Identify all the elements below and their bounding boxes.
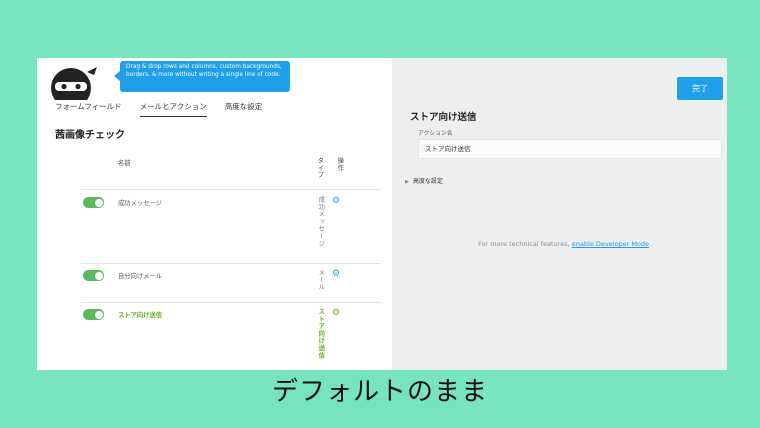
caption-text: デフォルトのまま <box>271 377 488 407</box>
action-toggle[interactable] <box>83 270 104 281</box>
action-type: ストア向け送信 <box>317 308 325 360</box>
drag-drop-tooltip: Drag & drop rows and columns, custom bac… <box>114 61 290 92</box>
gear-icon[interactable]: ⚙ <box>332 197 340 206</box>
dev-note-suffix: . <box>649 240 652 248</box>
column-header-ops: 操作 <box>336 157 344 172</box>
left-pane: Drag & drop rows and columns, custom bac… <box>37 58 392 370</box>
advanced-settings-toggle[interactable]: ▶ 高度な設定 <box>405 176 443 185</box>
panel-title: ストア向け送信 <box>410 112 477 123</box>
gear-icon[interactable]: ⚙ <box>332 270 340 279</box>
tab-form-fields[interactable]: フォームフィールド <box>55 101 122 117</box>
action-name-label: アクション名 <box>418 131 453 137</box>
action-name[interactable]: 成功メッセージ <box>118 198 162 207</box>
enable-developer-mode-link[interactable]: enable Developer Mode <box>572 240 649 248</box>
gear-icon[interactable]: ⚙ <box>332 309 340 318</box>
chevron-right-icon: ▶ <box>405 179 409 185</box>
action-toggle[interactable] <box>83 309 104 320</box>
form-title: 茜画像チェック <box>55 130 125 141</box>
ninja-forms-logo-icon <box>51 67 97 100</box>
action-type: メール <box>317 269 325 291</box>
column-header-type: タイプ <box>316 157 324 179</box>
done-button[interactable]: 完了 <box>677 77 723 100</box>
tab-advanced[interactable]: 高度な設定 <box>225 101 263 117</box>
action-settings-panel: ストア向け送信 アクション名 ストア向け送信 ▶ 高度な設定 For more t… <box>392 58 727 370</box>
table-row: 自分向けメール メール ⚙ <box>81 263 381 302</box>
dev-note-prefix: For more technical features, <box>478 240 572 248</box>
advanced-settings-label: 高度な設定 <box>412 178 443 185</box>
action-name-input[interactable]: ストア向け送信 <box>418 139 722 159</box>
action-type: 成功メッセージ <box>317 196 325 248</box>
table-row: 成功メッセージ 成功メッセージ ⚙ <box>81 189 381 263</box>
developer-mode-note: For more technical features, enable Deve… <box>478 240 651 248</box>
column-header-name: 名前 <box>118 160 131 167</box>
action-name[interactable]: 自分向けメール <box>118 271 162 280</box>
builder-tabs: フォームフィールド メールとアクション 高度な設定 <box>55 101 262 117</box>
tab-emails-actions[interactable]: メールとアクション <box>139 101 207 117</box>
action-name[interactable]: ストア向け送信 <box>118 310 162 319</box>
table-row: ストア向け送信 ストア向け送信 ⚙ <box>81 302 381 370</box>
screenshot-frame: Drag & drop rows and columns, custom bac… <box>37 58 727 370</box>
action-toggle[interactable] <box>83 197 104 208</box>
